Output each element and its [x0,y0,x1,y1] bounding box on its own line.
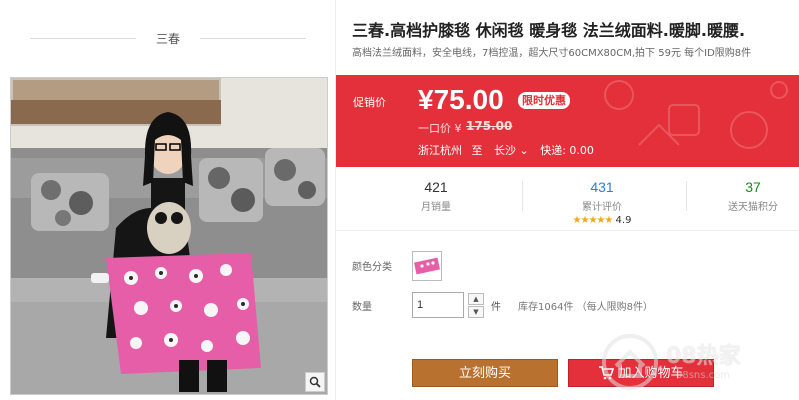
divider [686,181,687,211]
stat-reviews[interactable]: 431 累计评价 ★★★★★ 4.9 [542,179,662,226]
watermark-subtext: 08sns.com [676,370,731,381]
price-panel: 促销价 ¥75.00 限时优惠 一口价 ¥ 175.00 浙江杭州 至 长沙 ⌄… [336,75,799,167]
stat-value: 421 [424,179,448,195]
arrow-up-icon: ▲ [473,295,479,303]
stat-label: 月销量 [421,202,451,213]
product-gallery: 三春 [0,0,336,400]
promo-price: ¥75.00 [418,84,504,115]
original-price: 175.00 [466,119,513,133]
color-swatch-option[interactable] [412,251,442,281]
watermark: 08热家 08sns.com [596,326,796,396]
stat-monthly-sales: 421 月销量 [376,179,496,213]
stat-points: 37 送天猫积分 [708,179,798,213]
ship-from: 浙江杭州 [418,144,462,157]
stats-bar: 421 月销量 431 累计评价 ★★★★★ 4.9 37 送天猫积分 [336,167,799,231]
quantity-increase-button[interactable]: ▲ [468,293,484,305]
swatch-thumbnail [414,257,440,275]
product-photo-illustration [11,78,327,394]
ship-to-select[interactable]: 长沙 ⌄ [494,144,529,157]
quantity-decrease-button[interactable]: ▼ [468,306,484,318]
product-title: 三春.高档护膝毯 休闲毯 暖身毯 法兰绒面料.暖脚.暖腰. [352,21,746,40]
stat-label: 累计评价 [582,202,622,213]
divider [200,38,306,39]
product-main-image[interactable] [10,77,328,395]
decorative-pattern [604,80,788,149]
express-fee: 快递: 0.00 [540,144,594,157]
star-rating-icon: ★★★★★ [572,215,614,226]
zoom-button[interactable] [305,372,325,392]
quantity-label: 数量 [352,302,372,313]
arrow-down-icon: ▼ [473,308,479,316]
product-subtitle: 高档法兰绒面料，安全电线，7档控温，超大尺寸60CMX80CM,拍下 59元 每… [352,48,752,59]
divider [522,181,523,211]
ship-to-value: 长沙 [494,144,516,157]
chevron-down-icon: ⌄ [516,144,529,157]
ship-to-label: 至 [471,144,483,157]
rating-value: 4.9 [615,215,632,226]
stat-value: 37 [745,179,761,195]
shop-header: 三春 [30,24,306,54]
promo-price-label: 促销价 [353,96,386,109]
watermark-text: 08热家 [666,344,741,369]
original-price-label: 一口价 ¥ [418,122,462,135]
quantity-input[interactable] [412,292,464,318]
rating-row: ★★★★★ 4.9 [542,215,662,226]
quantity-unit: 件 [491,302,501,313]
magnifier-icon [309,376,321,388]
promo-badge: 限时优惠 [518,92,570,109]
stat-value: 431 [590,179,614,195]
stat-label: 送天猫积分 [728,202,778,213]
buy-now-button[interactable]: 立刻购买 [412,359,558,387]
stock-info: 库存1064件 （每人限购8件） [518,302,653,313]
watermark-logo-icon [602,334,658,390]
shipping-info: 浙江杭州 至 长沙 ⌄ 快递: 0.00 [418,142,594,158]
color-option-label: 颜色分类 [352,262,392,273]
